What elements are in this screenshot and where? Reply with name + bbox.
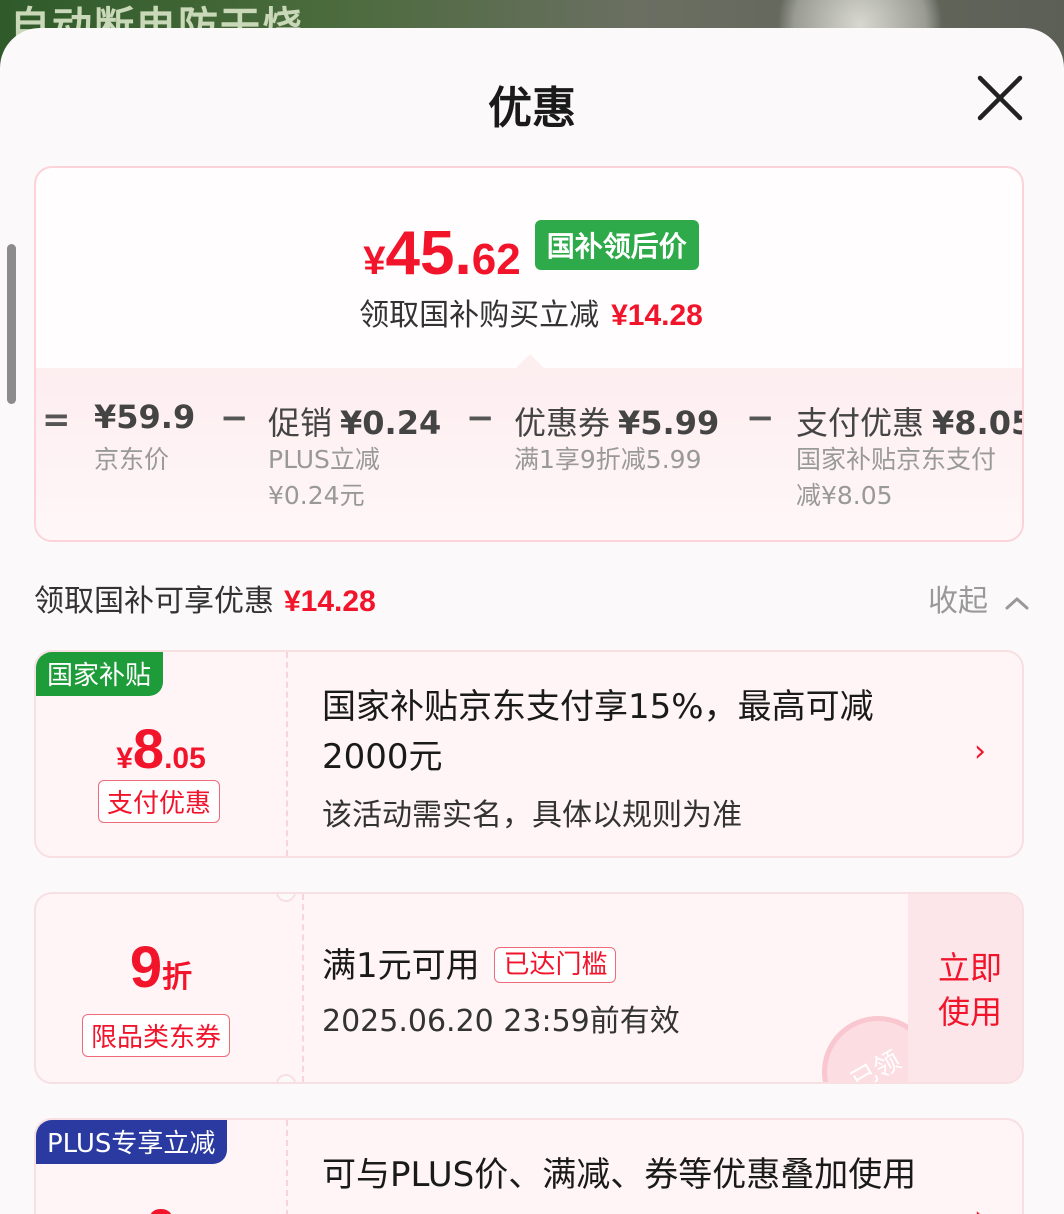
- discount-number: 9: [129, 935, 163, 1000]
- base-price-label: 京东价: [94, 445, 170, 474]
- payment-discount-tag: 支付优惠: [98, 780, 221, 823]
- savings-text: 领取国补购买立减: [359, 298, 600, 333]
- offer-amount: ¥8.05: [36, 716, 286, 781]
- equals-sign: =: [42, 400, 71, 440]
- promo-value: 促销 ¥0.24: [268, 398, 441, 444]
- coupon-amount: ¥5.99: [618, 404, 720, 442]
- promo-label: 促销: [268, 404, 333, 442]
- use-now-column[interactable]: 立即使用: [908, 894, 1022, 1082]
- savings-amount: ¥14.28: [611, 299, 703, 332]
- collapse-label: 收起: [928, 584, 988, 619]
- subsidy-offer-card[interactable]: 国家补贴 ¥8.05 支付优惠 国家补贴京东支付享15%，最高可减2000元 该…: [34, 650, 1024, 858]
- coupon-condition: 满1元可用: [322, 946, 480, 986]
- card-divider: [286, 1120, 288, 1214]
- price-decimal: 62: [471, 235, 521, 284]
- coupon-value: 优惠券 ¥5.99: [514, 398, 719, 444]
- coupon-title: 满1元可用 已达门槛: [322, 940, 617, 991]
- coupon-label: 优惠券: [514, 404, 611, 442]
- threshold-met-tag: 已达门槛: [494, 947, 617, 983]
- offer-symbol: ¥: [116, 742, 133, 775]
- minus-sign: −: [466, 398, 495, 438]
- minus-sign: −: [220, 398, 249, 438]
- discount-unit: 折: [162, 961, 193, 994]
- scrollbar[interactable]: [7, 244, 16, 404]
- chevron-up-icon: [1005, 597, 1029, 609]
- chevron-right-icon[interactable]: ›: [974, 1200, 986, 1214]
- pointer-notch: [516, 354, 544, 368]
- payment-sub2: 减¥8.05: [796, 481, 893, 510]
- plus-exclusive-badge: PLUS专享立减: [36, 1120, 228, 1164]
- offer-desc: 该活动需实名，具体以规则为准: [322, 798, 742, 833]
- ticket-notch: [276, 1074, 296, 1082]
- coupon-card[interactable]: 9折 限品类东券 满1元可用 已达门槛 2025.06.20 23:59前有效 …: [34, 892, 1024, 1084]
- offer-title: 国家补贴京东支付享15%，最高可减2000元: [322, 687, 874, 777]
- plus-offer-title: 可与PLUS价、满减、券等优惠叠加使用: [322, 1155, 917, 1195]
- price-breakdown: = ¥59.9 京东价 − 促销 ¥0.24 PLUS立减 ¥0.24元 − 优惠…: [42, 394, 1024, 534]
- section-amount: ¥14.28: [284, 585, 376, 618]
- plus-amount: 0: [36, 1196, 286, 1214]
- discount-value: 9折: [36, 934, 286, 1001]
- plus-offer-card[interactable]: PLUS专享立减 0 可与PLUS价、满减、券等优惠叠加使用 ›: [34, 1118, 1024, 1214]
- coupon-sub: 满1享9折减5.99: [514, 445, 702, 474]
- minus-sign: −: [746, 398, 775, 438]
- card-divider: [286, 652, 288, 856]
- collapse-button[interactable]: 收起: [928, 576, 1030, 620]
- payment-amount: ¥8.05: [932, 404, 1024, 442]
- price-integer: 45.: [385, 219, 472, 288]
- coupon-validity: 2025.06.20 23:59前有效: [322, 1004, 680, 1039]
- payment-sub1: 国家补贴京东支付: [796, 445, 997, 474]
- sheet-title: 优惠: [488, 83, 576, 134]
- national-subsidy-badge: 国家补贴: [36, 652, 164, 696]
- promo-sub2: ¥0.24元: [268, 481, 365, 510]
- ticket-notch: [276, 894, 296, 902]
- offer-int: 8: [132, 717, 165, 780]
- base-price-value: ¥59.9: [94, 398, 196, 436]
- category-coupon-tag: 限品类东券: [82, 1014, 231, 1057]
- promo-sub1: PLUS立减: [268, 445, 380, 474]
- card-divider: [302, 894, 304, 1082]
- promo-amount: ¥0.24: [340, 404, 442, 442]
- chevron-right-icon[interactable]: ›: [974, 734, 986, 769]
- savings-line: 领取国补购买立减 ¥14.28: [36, 290, 1022, 334]
- price-summary-card: ¥45.62 国补领后价 领取国补购买立减 ¥14.28 = ¥59.9 京东价 −…: [34, 166, 1024, 542]
- payment-label: 支付优惠: [796, 404, 925, 442]
- final-price: ¥45.62 国补领后价: [36, 218, 1022, 289]
- payment-value: 支付优惠 ¥8.05: [796, 398, 1024, 444]
- stamp-text: 已领: [846, 1045, 907, 1084]
- price-symbol: ¥: [363, 239, 386, 283]
- section-title: 领取国补可享优惠: [34, 584, 274, 619]
- subsidy-price-tag: 国补领后价: [534, 220, 699, 270]
- section-header: 领取国补可享优惠 ¥14.28: [34, 576, 376, 620]
- use-now-button[interactable]: 立即使用: [938, 946, 1008, 1034]
- close-icon[interactable]: [974, 72, 1026, 124]
- discount-sheet: 优惠 ¥45.62 国补领后价 领取国补购买立减 ¥14.28 = ¥59.9 京东…: [0, 28, 1064, 1214]
- offer-dec: .05: [164, 742, 206, 775]
